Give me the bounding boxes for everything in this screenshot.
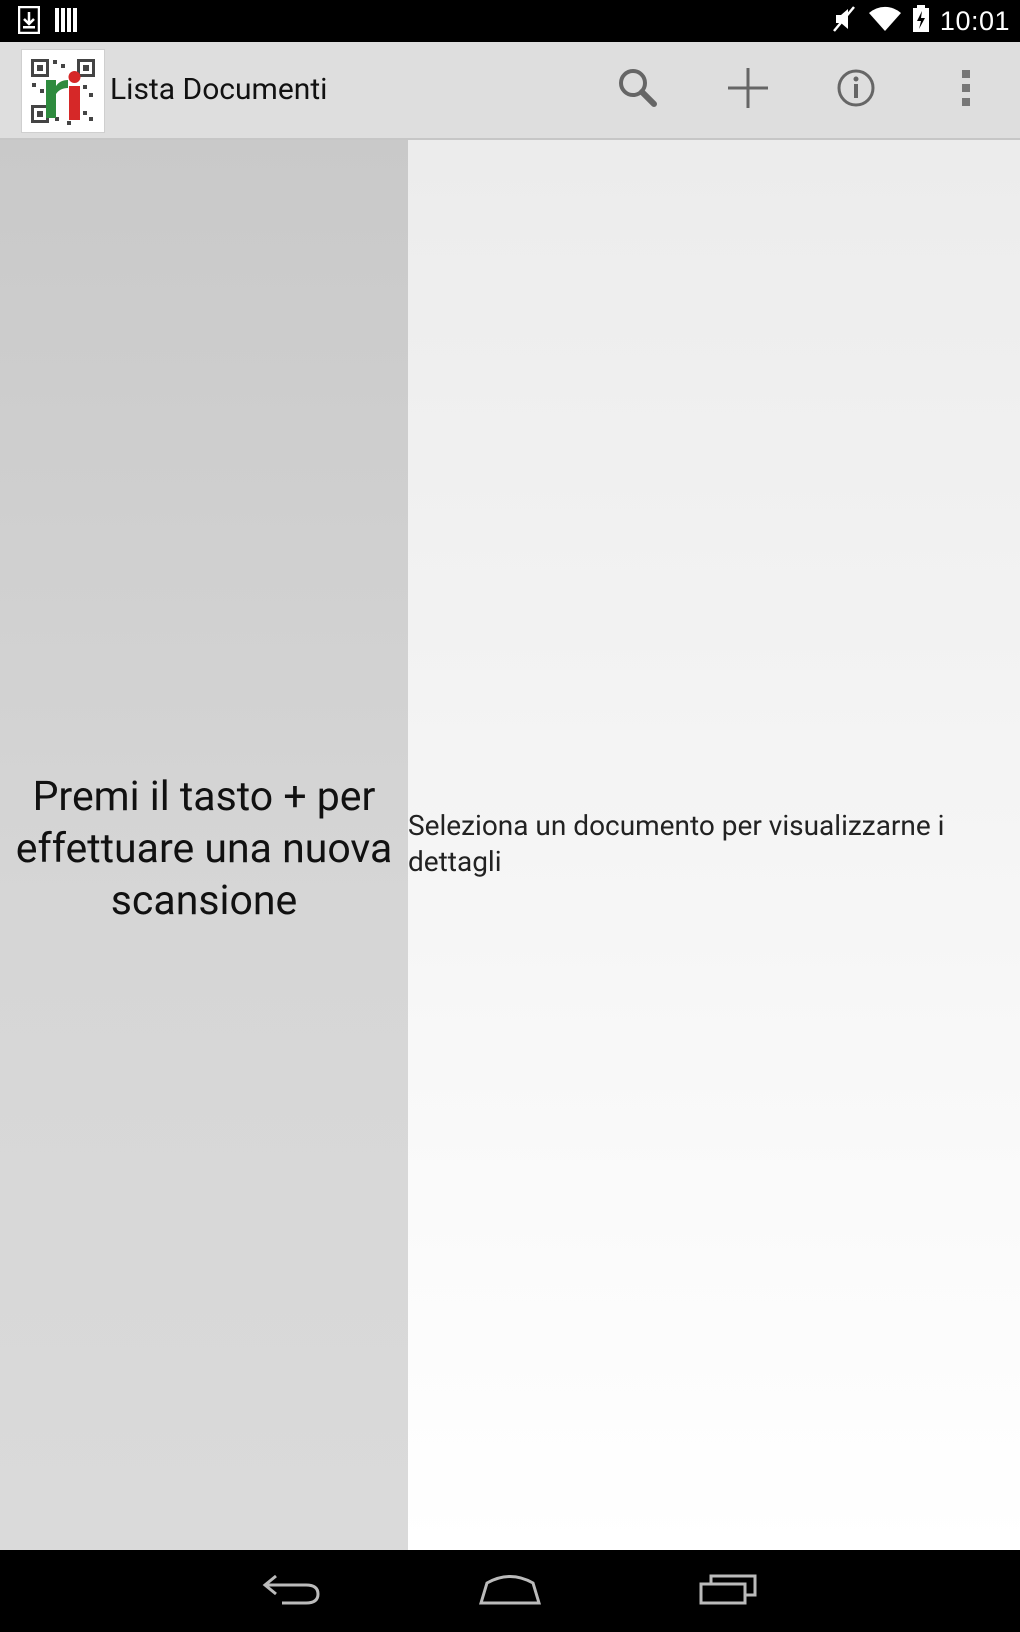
home-button[interactable] bbox=[460, 1562, 560, 1620]
add-button[interactable] bbox=[716, 58, 780, 122]
app-logo-icon[interactable] bbox=[21, 49, 105, 133]
battery-charging-icon bbox=[912, 5, 930, 37]
document-detail-pane: Seleziona un documento per visualizzarne… bbox=[408, 140, 1020, 1550]
recent-apps-button[interactable] bbox=[678, 1562, 778, 1620]
download-notification-icon bbox=[17, 5, 41, 38]
overflow-menu-button[interactable] bbox=[934, 58, 998, 122]
info-button[interactable] bbox=[824, 58, 888, 122]
recent-apps-icon bbox=[698, 1572, 758, 1610]
document-list-pane[interactable]: Premi il tasto + per effettuare una nuov… bbox=[0, 140, 408, 1550]
back-icon bbox=[262, 1572, 322, 1610]
empty-list-message: Premi il tasto + per effettuare una nuov… bbox=[15, 773, 393, 925]
empty-detail-message: Seleziona un documento per visualizzarne… bbox=[408, 809, 945, 878]
info-icon bbox=[836, 68, 876, 112]
overflow-menu-icon bbox=[960, 69, 972, 111]
status-bar: 10:01 bbox=[0, 0, 1020, 42]
status-time: 10:01 bbox=[939, 5, 1010, 36]
search-button[interactable] bbox=[606, 58, 670, 122]
mute-icon bbox=[832, 5, 858, 37]
wifi-icon bbox=[868, 6, 902, 36]
back-button[interactable] bbox=[242, 1562, 342, 1620]
search-icon bbox=[616, 66, 660, 114]
page-title: Lista Documenti bbox=[110, 72, 328, 107]
action-bar: Lista Documenti bbox=[0, 42, 1020, 140]
navigation-bar bbox=[0, 1550, 1020, 1632]
add-icon bbox=[726, 66, 770, 114]
home-icon bbox=[478, 1572, 542, 1610]
storage-notification-icon bbox=[54, 7, 78, 37]
